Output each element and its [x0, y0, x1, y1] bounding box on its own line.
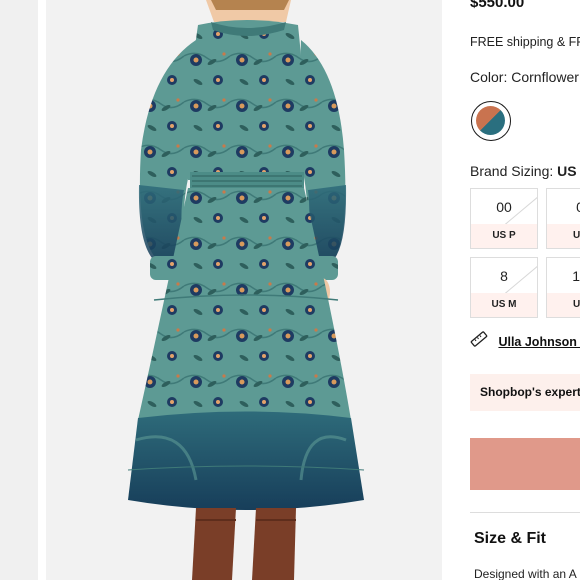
size-fit-text: Designed with an A [474, 567, 577, 580]
size-guide-row: Ulla Johnson Si [470, 330, 580, 350]
size-option-10[interactable]: 10 US [546, 257, 580, 318]
size-region-label: US [547, 224, 580, 248]
size-fit-heading[interactable]: Size & Fit [474, 530, 546, 548]
size-number: 10 [572, 268, 580, 284]
add-to-bag-button[interactable] [470, 438, 580, 490]
size-number: 8 [500, 268, 508, 284]
adjacent-image-thumbnail[interactable] [0, 0, 38, 580]
swatch-fill [476, 106, 505, 135]
size-region-label: US P [471, 224, 537, 248]
product-price: $550.00 [470, 0, 525, 11]
size-region-label: US [547, 293, 580, 317]
section-divider [470, 512, 580, 513]
expert-advice-banner[interactable]: Shopbop's expert [470, 374, 580, 411]
brand-sizing-prefix: Brand Sizing: [470, 163, 554, 179]
size-number: 00 [496, 199, 512, 215]
model-back-view-illustration [46, 0, 442, 580]
product-image[interactable] [46, 0, 442, 580]
size-option-8[interactable]: 8 US M [470, 257, 538, 318]
shipping-note: FREE shipping & FR [470, 35, 580, 49]
brand-sizing-value: US [557, 163, 577, 179]
brand-sizing-label: Brand Sizing: US [470, 163, 577, 179]
size-guide-link[interactable]: Ulla Johnson Si [498, 335, 580, 349]
product-info-panel: $550.00 FREE shipping & FR Color: Cornfl… [470, 0, 580, 580]
color-swatch-cornflower[interactable] [471, 101, 511, 141]
size-option-0[interactable]: 0 US [546, 188, 580, 249]
size-option-00[interactable]: 00 US P [470, 188, 538, 249]
size-number: 0 [547, 199, 580, 215]
ruler-icon [470, 330, 488, 353]
color-label: Color: Cornflower [470, 69, 579, 85]
size-region-label: US M [471, 293, 537, 317]
